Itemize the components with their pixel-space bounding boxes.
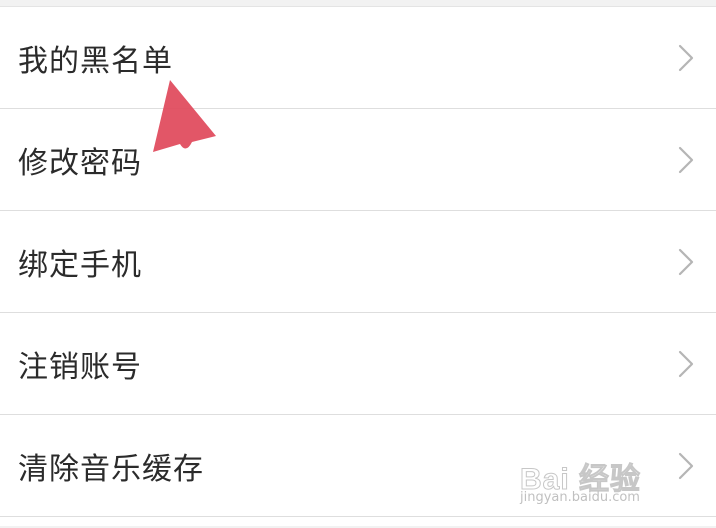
settings-item-label: 清除音乐缓存 — [18, 451, 204, 487]
settings-item-change-password[interactable]: 修改密码 — [0, 109, 716, 211]
settings-item-bind-phone[interactable]: 绑定手机 — [0, 211, 716, 313]
chevron-right-icon — [678, 44, 694, 71]
chevron-right-icon — [678, 248, 694, 275]
settings-item-label: 绑定手机 — [18, 247, 142, 283]
settings-item-blacklist[interactable]: 我的黑名单 — [0, 7, 716, 109]
settings-item-label: 修改密码 — [18, 145, 142, 181]
red-arrow-annotation — [153, 80, 216, 152]
watermark-url: jingyan.baidu.com — [520, 490, 640, 505]
settings-item-deactivate-account[interactable]: 注销账号 — [0, 313, 716, 415]
settings-list: 我的黑名单 修改密码 绑定手机 注销账号 清除音乐缓存 — [0, 7, 716, 517]
chevron-right-icon — [678, 350, 694, 377]
chevron-right-icon — [678, 146, 694, 173]
top-separator — [0, 0, 716, 7]
baidu-jingyan-watermark: Bai 经验 jingyan.baidu.com — [519, 454, 690, 506]
settings-item-label: 注销账号 — [18, 349, 142, 385]
